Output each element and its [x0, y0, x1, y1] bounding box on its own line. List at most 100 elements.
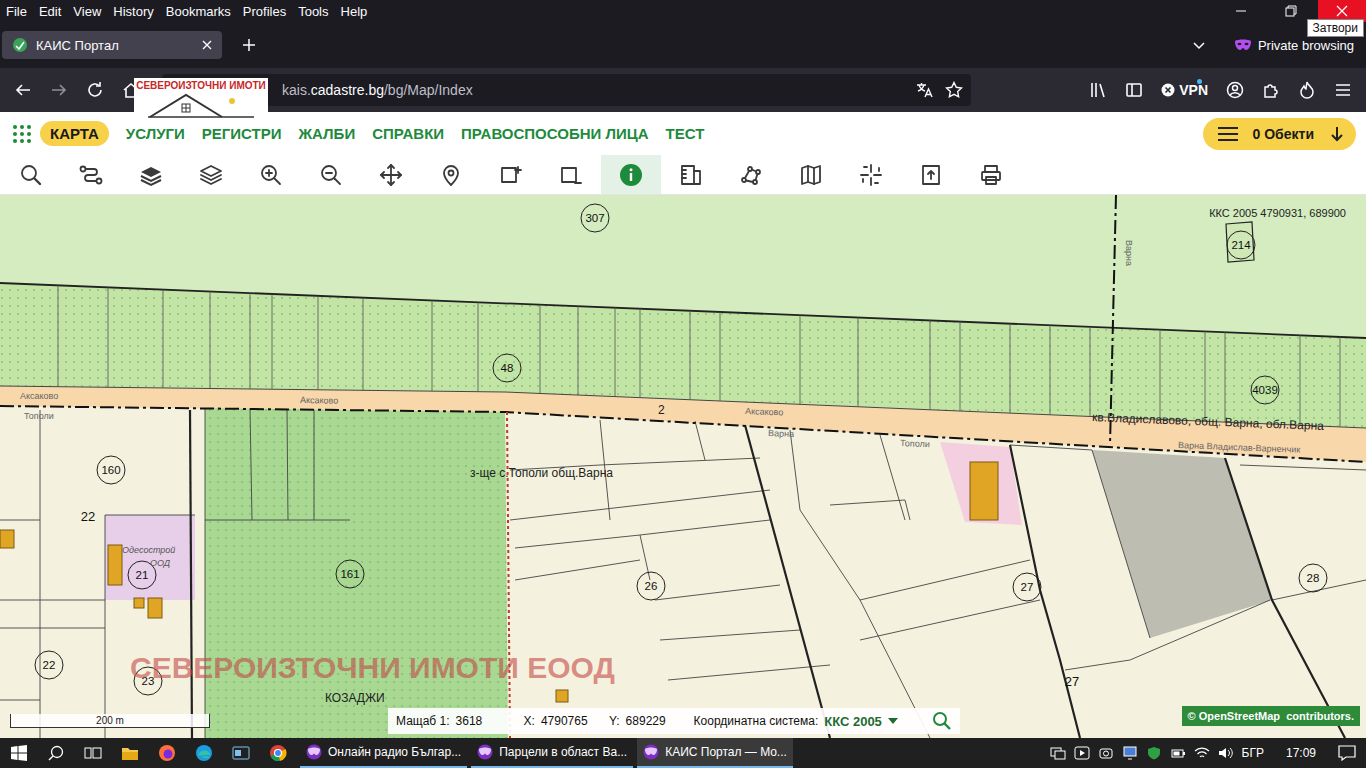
bookmark-star-icon[interactable]: [945, 81, 963, 99]
map-attribution[interactable]: © OpenStreetMap contributors.: [1182, 706, 1360, 726]
wifi-icon[interactable]: [1194, 746, 1210, 760]
map-tool-button[interactable]: [541, 155, 601, 194]
app-nav-item[interactable]: ТЕСТ: [666, 122, 705, 145]
map-tool-button[interactable]: [601, 155, 661, 194]
battery-icon[interactable]: [1170, 746, 1186, 760]
app-nav-item[interactable]: ПРАВОСПОСОБНИ ЛИЦА: [461, 122, 649, 145]
map-tool-button[interactable]: [121, 155, 181, 194]
tab-bar: КАИС ПорталPrivate browsing: [0, 22, 1366, 68]
clock[interactable]: 17:09: [1286, 746, 1316, 760]
scale-field[interactable]: 3618: [456, 714, 512, 728]
printer-icon: [979, 163, 1003, 187]
map-tool-button[interactable]: [61, 155, 121, 194]
map-tool-button[interactable]: [241, 155, 301, 194]
parcel-number[interactable]: 4039: [1251, 376, 1279, 404]
task-view-button[interactable]: [74, 738, 111, 768]
apps-grid-icon[interactable]: [12, 124, 32, 144]
menu-item[interactable]: Profiles: [239, 4, 290, 19]
vpn-button[interactable]: VPN: [1161, 82, 1208, 98]
back-icon[interactable]: [14, 81, 32, 99]
firefox-button[interactable]: [148, 738, 185, 768]
parcel-number[interactable]: 26: [637, 572, 665, 600]
map-tool-button[interactable]: [721, 155, 781, 194]
app-nav-item[interactable]: УСЛУГИ: [126, 122, 185, 145]
volume-icon[interactable]: [1218, 746, 1234, 760]
tab-close-icon[interactable]: [202, 40, 212, 50]
app-menu-icon[interactable]: [1334, 81, 1352, 99]
explorer-button[interactable]: [111, 738, 148, 768]
taskbar-window[interactable]: КАИС Портал — Mo...: [637, 738, 793, 768]
address-bar[interactable]: kais.cadastre.bg/bg/Map/Index: [162, 74, 971, 106]
parcel-label: 22: [43, 659, 56, 671]
taskbar-window[interactable]: Онлайн радио Българ...: [300, 738, 467, 768]
media-icon[interactable]: [1074, 746, 1090, 760]
app-nav-item[interactable]: КАРТА: [40, 121, 109, 146]
forward-icon[interactable]: [50, 81, 68, 99]
menu-item[interactable]: History: [109, 4, 157, 19]
shield-icon[interactable]: [1146, 746, 1162, 760]
reload-icon[interactable]: [86, 81, 104, 99]
app-nav-item[interactable]: ЖАЛБИ: [299, 122, 356, 145]
monitor-icon[interactable]: [1122, 746, 1138, 760]
tab-list-icon[interactable]: [1192, 38, 1206, 52]
map-tool-button[interactable]: [361, 155, 421, 194]
map-canvas[interactable]: 3072144840391602221161262728222327Аксако…: [0, 195, 1366, 738]
map-tool-button[interactable]: [781, 155, 841, 194]
app-button[interactable]: [222, 738, 259, 768]
edge-button[interactable]: [185, 738, 222, 768]
menu-item[interactable]: Tools: [294, 4, 332, 19]
parcel-number[interactable]: 160: [97, 456, 125, 484]
parcel-number[interactable]: 22: [35, 651, 63, 679]
app-nav-item[interactable]: РЕГИСТРИ: [202, 122, 282, 145]
translate-icon[interactable]: [915, 81, 933, 99]
input-language[interactable]: БГР: [1242, 746, 1264, 760]
menu-item[interactable]: Edit: [35, 4, 65, 19]
menu-item[interactable]: File: [2, 4, 31, 19]
map-tool-button[interactable]: [421, 155, 481, 194]
map-tool-button[interactable]: [481, 155, 541, 194]
account-icon[interactable]: [1226, 81, 1244, 99]
parcel-line: [640, 520, 770, 535]
parcel-number[interactable]: 307: [581, 204, 609, 232]
parcel-number[interactable]: 27: [1065, 674, 1079, 689]
cadastral-map[interactable]: 3072144840391602221161262728222327Аксако…: [0, 195, 1366, 738]
search-icon[interactable]: [932, 711, 952, 731]
camera-icon[interactable]: [1098, 746, 1114, 760]
new-tab-icon[interactable]: [242, 38, 256, 52]
sidebar-icon[interactable]: [1125, 81, 1143, 99]
start-button[interactable]: [0, 738, 37, 768]
browser-tab[interactable]: КАИС Портал: [2, 31, 222, 59]
parcel-number[interactable]: 48: [493, 354, 521, 382]
app-nav-item[interactable]: СПРАВКИ: [372, 122, 444, 145]
map-tool-button[interactable]: [301, 155, 361, 194]
forget-icon[interactable]: [1298, 81, 1316, 99]
notifications-icon[interactable]: [1338, 745, 1356, 761]
map-tool-button[interactable]: [661, 155, 721, 194]
parcel-number[interactable]: 214: [1227, 231, 1255, 259]
chrome-button[interactable]: [259, 738, 296, 768]
map-tool-button[interactable]: [181, 155, 241, 194]
parcel-number[interactable]: 161: [336, 560, 364, 588]
minimize-button[interactable]: [1218, 0, 1264, 22]
objects-button[interactable]: 0 Обекти: [1203, 118, 1356, 150]
menu-item[interactable]: Help: [337, 4, 372, 19]
library-icon[interactable]: [1089, 81, 1107, 99]
parcel-number[interactable]: 27: [1013, 573, 1041, 601]
search-button[interactable]: [37, 738, 74, 768]
network-share-icon[interactable]: [1050, 746, 1066, 760]
crs-select[interactable]: ККС 2005: [824, 714, 882, 729]
taskbar-window[interactable]: Парцели в област Ва...: [471, 738, 633, 768]
map-tool-button[interactable]: [901, 155, 961, 194]
parcel-circle: [637, 572, 665, 600]
parcel-number[interactable]: 28: [1299, 564, 1327, 592]
parcel-line: [930, 320, 931, 410]
menu-item[interactable]: Bookmarks: [162, 4, 235, 19]
map-tool-button[interactable]: [1, 155, 61, 194]
menu-item[interactable]: View: [69, 4, 105, 19]
parcel-circle: [97, 456, 125, 484]
dropdown-icon[interactable]: [888, 717, 898, 725]
extensions-icon[interactable]: [1262, 81, 1280, 99]
map-tool-button[interactable]: [841, 155, 901, 194]
parcel-number[interactable]: 22: [81, 509, 95, 524]
map-tool-button[interactable]: [961, 155, 1021, 194]
